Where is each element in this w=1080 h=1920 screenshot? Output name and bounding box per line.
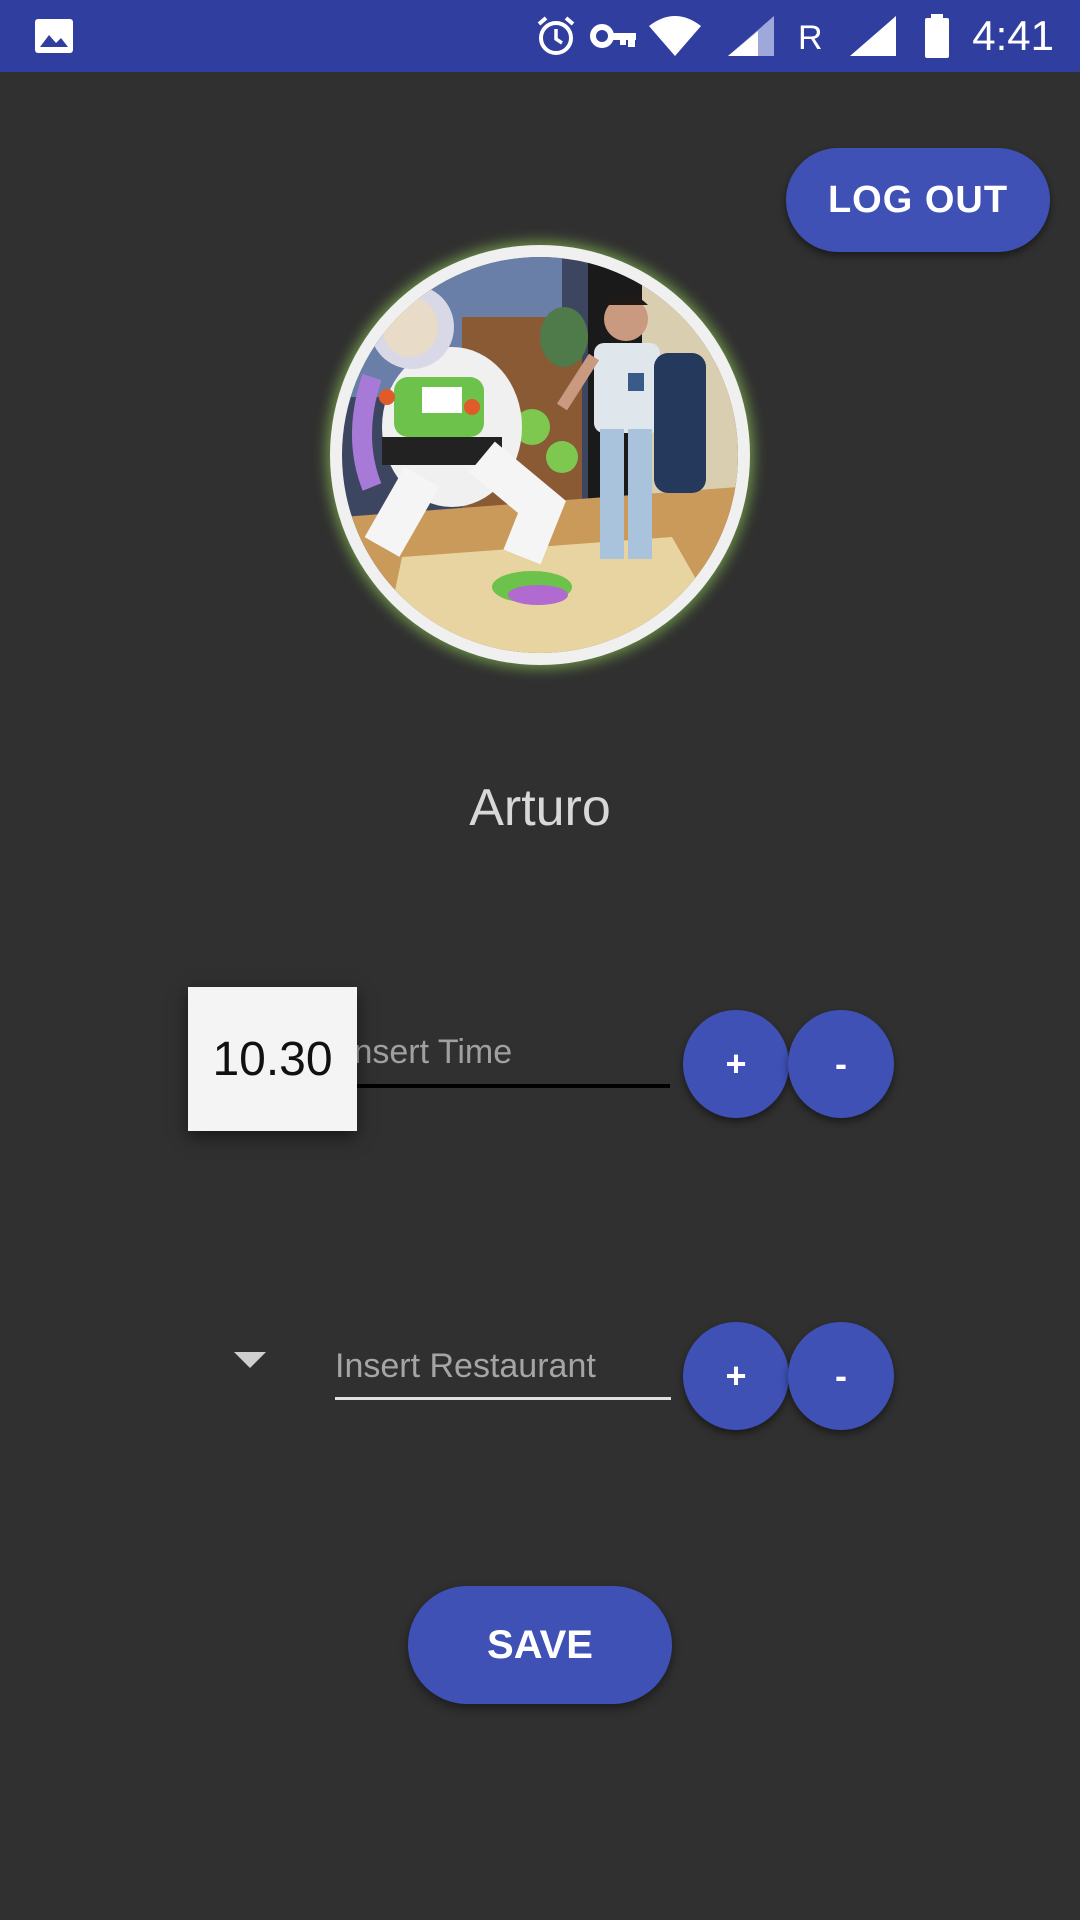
alarm-icon	[537, 16, 575, 55]
battery-icon	[925, 14, 949, 58]
restaurant-dropdown-arrow-icon[interactable]	[234, 1352, 266, 1368]
profile-photo-image	[342, 257, 738, 653]
avatar[interactable]	[330, 245, 750, 665]
status-bar: R 4:41	[0, 0, 1080, 72]
username-label: Arturo	[469, 779, 611, 837]
signal-icon	[728, 16, 774, 56]
time-remove-button[interactable]: -	[788, 1010, 894, 1118]
logout-button[interactable]: LOG OUT	[786, 148, 1050, 252]
network-type-label: R	[798, 19, 823, 57]
save-button[interactable]: SAVE	[408, 1586, 672, 1704]
wifi-icon	[649, 16, 701, 56]
image-icon	[35, 19, 73, 53]
profile-screen: R 4:41 LOG OUT Arturo Insert Time 10.30 …	[0, 0, 1080, 1920]
restaurant-remove-button[interactable]: -	[788, 1322, 894, 1430]
restaurant-input[interactable]: Insert Restaurant	[335, 1336, 671, 1400]
time-input[interactable]: Insert Time	[336, 1022, 670, 1088]
vpn-key-icon	[590, 24, 636, 48]
restaurant-add-button[interactable]: +	[683, 1322, 789, 1430]
signal-icon	[850, 16, 896, 56]
time-add-button[interactable]: +	[683, 1010, 789, 1118]
time-picker-value[interactable]: 10.30	[188, 987, 357, 1131]
avatar-photo	[342, 257, 738, 653]
clock-time: 4:41	[972, 12, 1054, 59]
